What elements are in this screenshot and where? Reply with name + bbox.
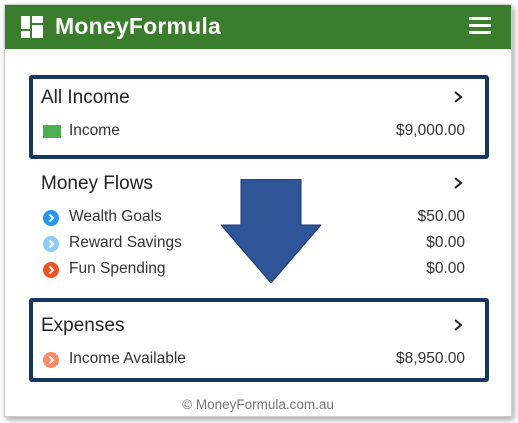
chevron-circle-icon [43,262,59,278]
footer-copyright: © MoneyFormula.com.au [182,397,334,412]
row-label: Reward Savings [69,234,182,251]
hamburger-menu-icon[interactable] [469,17,491,37]
chevron-circle-icon [43,236,59,252]
down-arrow-icon [219,178,323,284]
section-title: Money Flows [41,173,153,194]
app-title: MoneyFormula [55,13,221,39]
app-header: MoneyFormula [5,5,511,49]
dashboard-grid-icon [21,16,43,38]
row-label: Fun Spending [69,260,166,277]
row-amount: $0.00 [426,260,465,277]
highlight-box-expenses [29,298,489,382]
row-label: Wealth Goals [69,208,162,225]
row-amount: $0.00 [426,234,465,251]
row-amount: $50.00 [417,208,465,225]
highlight-box-all-income [29,75,489,159]
chevron-circle-icon [43,210,59,226]
chevron-right-icon [451,175,465,191]
app-window: MoneyFormula All Income Income $9,000.00… [4,4,512,417]
